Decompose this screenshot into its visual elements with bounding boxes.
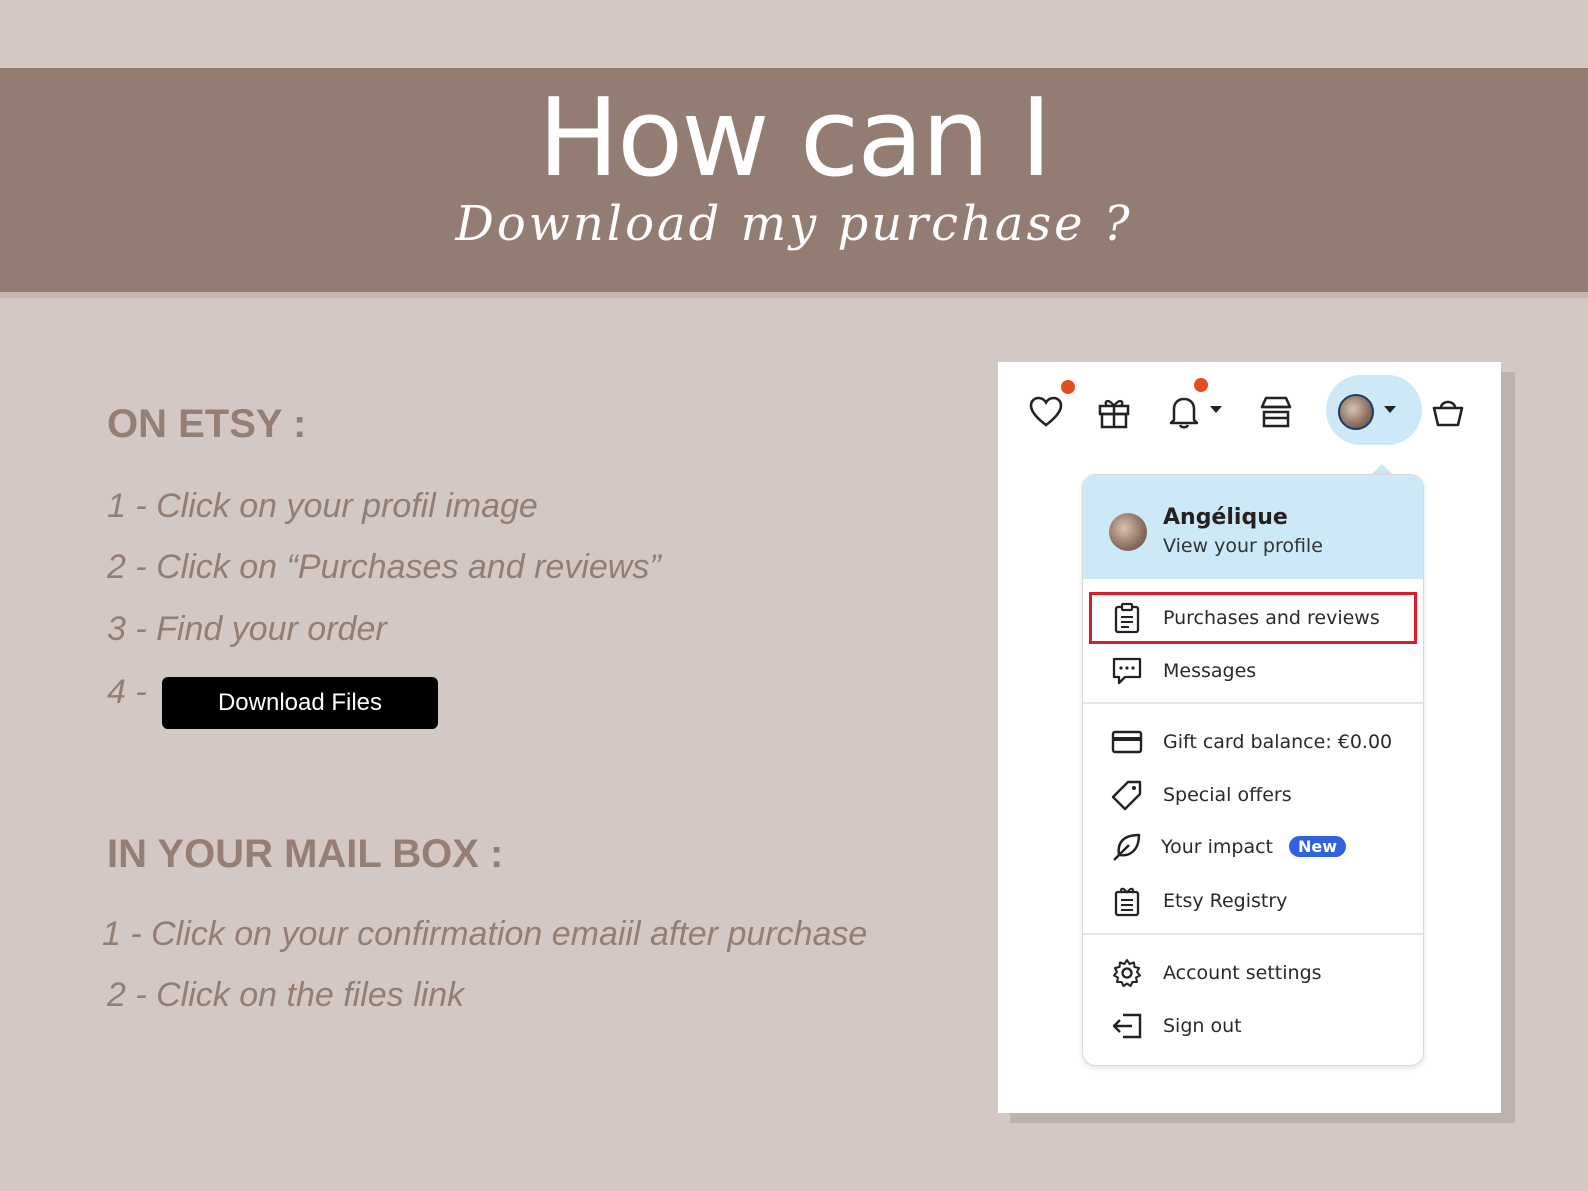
menu-divider <box>1083 702 1423 704</box>
notification-dot <box>1194 378 1208 392</box>
menu-item-label: Messages <box>1163 660 1257 682</box>
menu-item-special-offers[interactable]: Special offers <box>1083 773 1423 817</box>
profile-header[interactable]: Angélique View your profile <box>1083 475 1423 579</box>
menu-item-label: Account settings <box>1163 962 1322 984</box>
tag-icon <box>1111 779 1143 811</box>
menu-item-label: Etsy Registry <box>1163 890 1288 912</box>
heart-icon[interactable] <box>1024 390 1068 434</box>
menu-item-gift-card[interactable]: Gift card balance: €0.00 <box>1083 720 1423 764</box>
registry-icon <box>1111 885 1143 917</box>
chevron-down-icon[interactable] <box>1210 406 1222 413</box>
menu-item-messages[interactable]: Messages <box>1083 649 1423 693</box>
shop-icon[interactable] <box>1254 390 1298 434</box>
banner-subtitle: Download my purchase ? <box>455 196 1133 252</box>
profile-avatar <box>1109 513 1147 551</box>
purchases-highlight-box <box>1089 592 1417 644</box>
banner-title: How can I <box>537 76 1052 201</box>
menu-item-label: Gift card balance: €0.00 <box>1163 731 1393 753</box>
bell-icon[interactable] <box>1162 390 1206 434</box>
avatar[interactable] <box>1338 394 1374 430</box>
credit-card-icon <box>1111 726 1143 758</box>
notification-dot <box>1061 380 1075 394</box>
etsy-step-1: 1 - Click on your profil image <box>107 487 538 525</box>
menu-item-label: Special offers <box>1163 784 1292 806</box>
menu-item-your-impact[interactable]: Your impact New <box>1083 825 1423 869</box>
menu-item-registry[interactable]: Etsy Registry <box>1083 879 1423 923</box>
message-icon <box>1111 655 1143 687</box>
menu-item-label: Your impact New <box>1161 836 1347 858</box>
menu-item-label: Sign out <box>1163 1015 1242 1037</box>
download-files-button[interactable]: Download Files <box>162 677 438 729</box>
gear-icon <box>1111 957 1143 989</box>
new-badge: New <box>1289 836 1347 857</box>
mailbox-heading: IN YOUR MAIL BOX : <box>107 832 504 876</box>
view-profile-link[interactable]: View your profile <box>1163 535 1323 557</box>
gift-icon[interactable] <box>1092 390 1136 434</box>
profile-dropdown-menu: Angélique View your profile Purchases an… <box>1082 474 1424 1066</box>
sign-out-icon <box>1111 1010 1143 1042</box>
profile-name: Angélique <box>1163 505 1288 530</box>
etsy-step-3: 3 - Find your order <box>107 610 387 648</box>
leaf-icon <box>1111 831 1143 863</box>
basket-icon[interactable] <box>1426 390 1470 434</box>
menu-divider <box>1083 933 1423 935</box>
chevron-down-icon[interactable] <box>1384 406 1396 413</box>
mailbox-step-2: 2 - Click on the files link <box>107 976 465 1014</box>
etsy-heading: ON ETSY : <box>107 402 307 446</box>
title-banner: How can I Download my purchase ? <box>0 68 1588 292</box>
etsy-screenshot-card: Angélique View your profile Purchases an… <box>998 362 1501 1113</box>
menu-item-sign-out[interactable]: Sign out <box>1083 1004 1423 1048</box>
etsy-step-2: 2 - Click on “Purchases and reviews” <box>107 548 661 586</box>
etsy-step-4: 4 - <box>107 673 147 711</box>
menu-item-account-settings[interactable]: Account settings <box>1083 951 1423 995</box>
mailbox-step-1: 1 - Click on your confirmation emaiil af… <box>102 915 868 953</box>
impact-label: Your impact <box>1161 836 1273 858</box>
